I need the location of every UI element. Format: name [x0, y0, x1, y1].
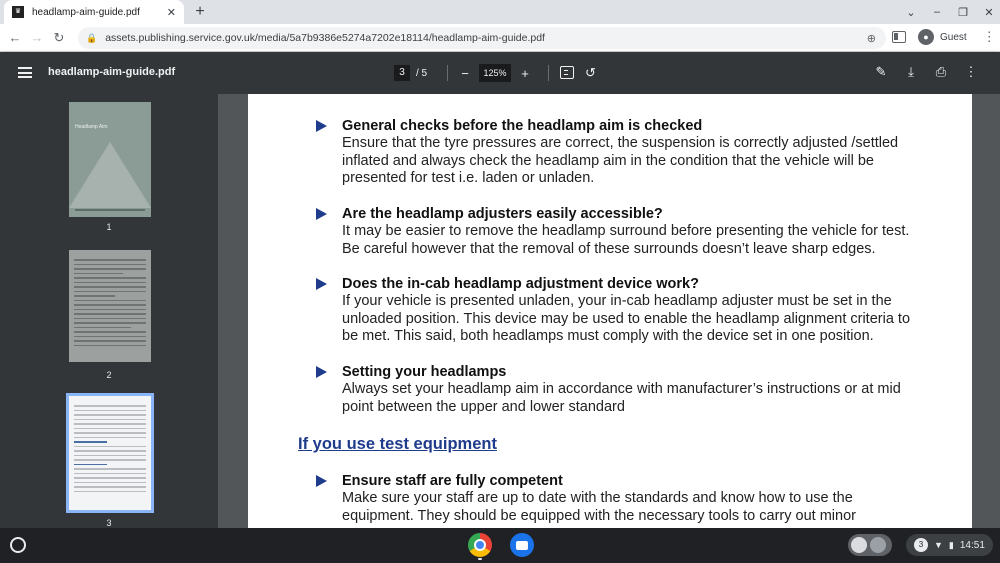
item-heading: Ensure staff are fully competent	[342, 473, 563, 489]
download-icon[interactable]: ⤓	[896, 64, 926, 80]
close-window-icon[interactable]: ✕	[976, 6, 1000, 19]
page-number-input[interactable]: 3	[394, 65, 410, 81]
guest-profile-button[interactable]: ● Guest	[916, 27, 975, 47]
item-heading: General checks before the headlamp aim i…	[342, 118, 703, 134]
cover-triangle	[69, 142, 151, 208]
close-tab-icon[interactable]: ✕	[167, 6, 176, 19]
annotate-pen-icon[interactable]: ✎	[866, 64, 896, 80]
restore-icon[interactable]: ❐	[950, 6, 976, 19]
item-heading: Does the in-cab headlamp adjustment devi…	[342, 276, 699, 292]
triangle-bullet-icon	[316, 475, 327, 487]
minimize-icon[interactable]: –	[924, 6, 950, 18]
fit-to-page-icon[interactable]	[560, 66, 574, 79]
browser-tab[interactable]: ♛ headlamp-aim-guide.pdf ✕	[4, 0, 184, 24]
clock: 14:51	[959, 539, 985, 551]
tab-search-icon[interactable]: ⌄	[898, 6, 924, 19]
print-icon[interactable]: ⎙	[926, 64, 956, 80]
zoom-out-icon[interactable]: −	[455, 66, 475, 81]
address-bar[interactable]: 🔒 assets.publishing.service.gov.uk/media…	[78, 27, 886, 49]
files-app-icon[interactable]	[510, 533, 534, 557]
more-options-icon[interactable]: ⋮	[956, 64, 986, 80]
tray-avatars[interactable]	[848, 534, 892, 556]
item-heading: Are the headlamp adjusters easily access…	[342, 206, 663, 222]
new-tab-button[interactable]: +	[190, 2, 210, 22]
cover-footer	[75, 209, 145, 211]
item-heading: Setting your headlamps	[342, 364, 507, 380]
zoom-icon[interactable]: ⊕	[867, 32, 876, 45]
system-shelf: 3 ▼ ▮ 14:51	[0, 528, 1000, 563]
cover-title: Headlamp Aim	[75, 124, 108, 130]
pdf-toolbar: headlamp-aim-guide.pdf 3 / 5 − 125% + ↺ …	[0, 52, 1000, 94]
divider	[447, 65, 448, 81]
item-body: Ensure that the tyre pressures are corre…	[342, 135, 899, 187]
divider	[548, 65, 549, 81]
url-text[interactable]: assets.publishing.service.gov.uk/media/5…	[105, 32, 867, 44]
window-controls: ⌄ – ❐ ✕	[898, 0, 1000, 24]
page-thumbnail-3-selected[interactable]	[66, 393, 154, 513]
forward-icon[interactable]: →	[26, 30, 48, 45]
avatar-icon	[851, 537, 867, 553]
launcher-icon[interactable]	[10, 537, 26, 553]
chrome-app-icon[interactable]	[468, 533, 492, 557]
reload-icon[interactable]: ↻	[48, 30, 70, 46]
browser-menu-icon[interactable]: ⋮	[983, 29, 996, 45]
profile-area: ● Guest ⋮	[892, 27, 996, 47]
gov-favicon-icon: ♛	[12, 6, 24, 18]
triangle-bullet-icon	[316, 208, 327, 220]
zoom-level-input[interactable]: 125%	[479, 64, 511, 82]
zoom-controls: − 125% +	[455, 64, 535, 82]
zoom-in-icon[interactable]: +	[515, 66, 535, 81]
page-selector: 3 / 5	[394, 65, 427, 81]
pdf-viewer[interactable]: General checks before the headlamp aim i…	[218, 94, 1000, 528]
item-body: If your vehicle is presented unladen, yo…	[342, 293, 911, 345]
guest-label: Guest	[940, 31, 967, 43]
thumbnail-label-3: 3	[106, 518, 112, 528]
guest-avatar-icon: ●	[918, 29, 934, 45]
wifi-icon: ▼	[934, 540, 943, 550]
avatar-icon	[870, 537, 886, 553]
thumbnail-sidebar: Headlamp Aim 1 2 3	[0, 94, 218, 528]
page-thumbnail-2[interactable]	[69, 250, 151, 362]
section-heading: If you use test equipment	[298, 435, 497, 453]
tab-strip: ♛ headlamp-aim-guide.pdf ✕ + ⌄ – ❐ ✕	[0, 0, 1000, 24]
triangle-bullet-icon	[316, 120, 327, 132]
tab-title: headlamp-aim-guide.pdf	[32, 6, 140, 18]
battery-icon: ▮	[948, 539, 954, 550]
pdf-page: General checks before the headlamp aim i…	[248, 94, 972, 528]
menu-icon[interactable]	[18, 67, 32, 78]
item-body: Always set your headlamp aim in accordan…	[342, 381, 901, 415]
thumbnail-text-lines	[69, 396, 151, 492]
back-icon[interactable]: ←	[4, 30, 26, 45]
rotate-icon[interactable]: ↺	[585, 65, 596, 81]
page-total: / 5	[416, 67, 428, 79]
triangle-bullet-icon	[316, 278, 327, 290]
pdf-actions: ✎ ⤓ ⎙ ⋮	[866, 64, 986, 80]
thumbnail-text-lines	[69, 250, 151, 346]
browser-toolbar: ← → ↻ 🔒 assets.publishing.service.gov.uk…	[0, 24, 1000, 52]
status-area[interactable]: 3 ▼ ▮ 14:51	[906, 534, 993, 556]
lock-icon[interactable]: 🔒	[86, 33, 97, 44]
pdf-title: headlamp-aim-guide.pdf	[48, 66, 176, 78]
item-body: It may be easier to remove the headlamp …	[342, 223, 910, 257]
item-body: Make sure your staff are up to date with…	[342, 490, 856, 524]
thumbnail-label-1: 1	[106, 222, 112, 232]
thumbnail-label-2: 2	[106, 370, 112, 380]
page-thumbnail-1[interactable]: Headlamp Aim	[69, 102, 151, 217]
running-indicator	[478, 558, 482, 560]
triangle-bullet-icon	[316, 366, 327, 378]
side-panel-icon[interactable]	[892, 31, 906, 43]
notification-count: 3	[914, 538, 928, 552]
